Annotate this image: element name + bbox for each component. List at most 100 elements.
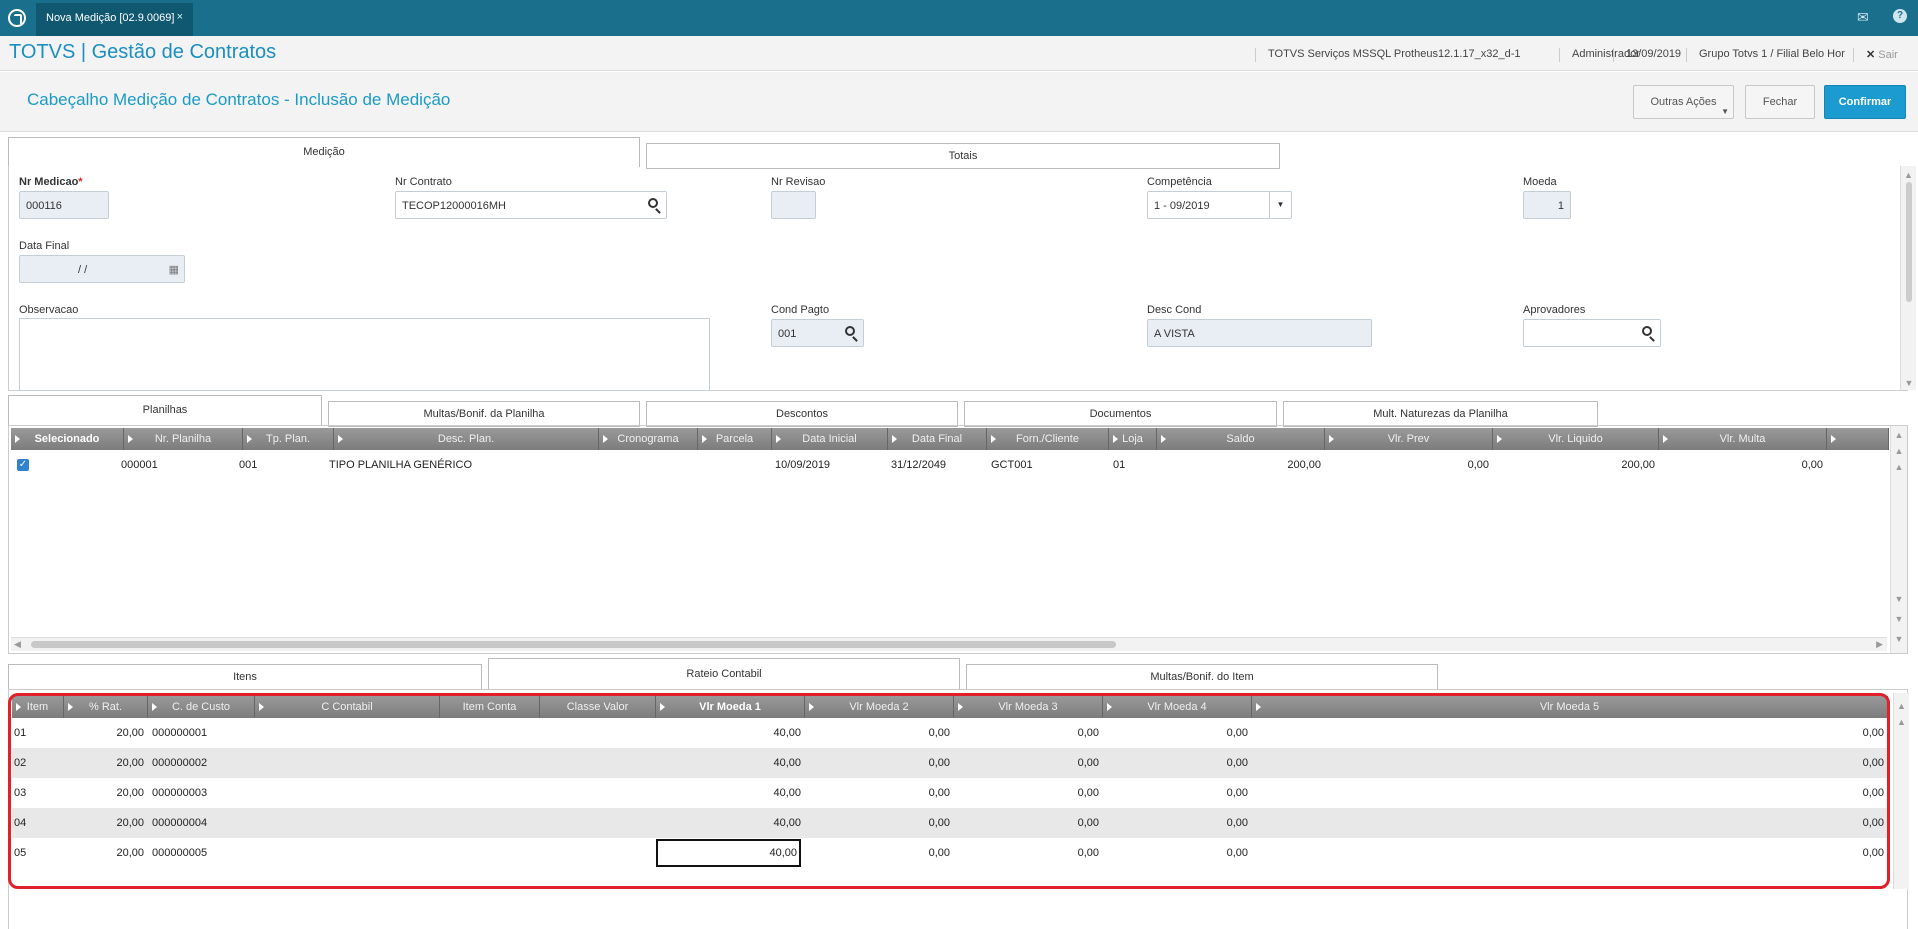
tab-mult-naturezas[interactable]: Mult. Naturezas da Planilha	[1283, 401, 1598, 427]
close-icon: ✕	[1866, 49, 1876, 61]
close-button[interactable]: Fechar	[1745, 85, 1815, 119]
planilhas-grid: Selecionado Nr. Planilha Tp. Plan. Desc.…	[8, 425, 1908, 654]
cell-forn-cliente: GCT001	[991, 459, 1033, 471]
scroll-pageup-icon[interactable]: ▲	[1891, 462, 1907, 472]
desc-cond-field: A VISTA	[1147, 319, 1372, 347]
exit-button[interactable]: ✕ Sair	[1853, 48, 1898, 62]
rateio-vscrollbar[interactable]: ▲ ▲	[1893, 693, 1909, 889]
planilha-row[interactable]: ✓ 000001 001 TIPO PLANILHA GENÉRICO 10/0…	[11, 450, 1889, 480]
app-brand: TOTVS | Gestão de Contratos	[9, 41, 277, 63]
checkbox-selected[interactable]: ✓	[17, 459, 29, 471]
top-bar: Nova Medição [02.9.0069] × ✉ ?	[0, 0, 1918, 36]
tab-descontos[interactable]: Descontos	[646, 401, 958, 427]
col-loja[interactable]: Loja	[1109, 428, 1157, 450]
aprovadores-field[interactable]	[1523, 319, 1661, 347]
search-icon[interactable]	[1642, 326, 1652, 336]
col-parcela[interactable]: Parcela	[698, 428, 772, 450]
cond-pagto-label: Cond Pagto	[771, 304, 830, 316]
environment-info: TOTVS Serviços MSSQL Protheus12.1.17_x32…	[1255, 48, 1521, 62]
more-actions-button[interactable]: Outras Ações ▼	[1633, 85, 1734, 119]
cell-saldo: 200,00	[1287, 459, 1321, 471]
cell-desc-plan: TIPO PLANILHA GENÉRICO	[329, 459, 473, 471]
scroll-left-icon[interactable]: ◀	[14, 639, 21, 650]
moeda-label: Moeda	[1523, 176, 1557, 188]
date-info: 13/09/2019	[1613, 48, 1681, 62]
highlight-frame	[8, 693, 1890, 889]
chevron-down-icon[interactable]: ▼	[1269, 192, 1291, 218]
nr-contrato-label: Nr Contrato	[395, 176, 452, 188]
col-desc-plan[interactable]: Desc. Plan.	[334, 428, 599, 450]
tab-planilhas[interactable]: Planilhas	[8, 395, 322, 426]
tab-multas-planilha[interactable]: Multas/Bonif. da Planilha	[328, 401, 640, 427]
rateio-grid: Item % Rat. C. de Custo C Contabil Item …	[8, 693, 1909, 889]
calendar-icon[interactable]: ▦	[169, 263, 179, 276]
col-forn-cliente[interactable]: Forn./Cliente	[987, 428, 1109, 450]
nr-revisao-label: Nr Revisao	[771, 176, 826, 188]
scroll-top-icon[interactable]: ▲	[1894, 701, 1909, 711]
nr-contrato-value: TECOP12000016MH	[402, 200, 506, 212]
col-selecionado[interactable]: Selecionado	[11, 428, 124, 450]
aprovadores-label: Aprovadores	[1523, 304, 1586, 316]
col-saldo[interactable]: Saldo	[1157, 428, 1325, 450]
more-actions-label: Outras Ações	[1650, 96, 1717, 108]
scroll-thumb[interactable]	[1905, 182, 1912, 302]
app-tab[interactable]: Nova Medição [02.9.0069] ×	[36, 3, 193, 36]
observacao-label: Observacao	[19, 304, 79, 316]
col-vlr-liquido[interactable]: Vlr. Liquido	[1493, 428, 1659, 450]
col-nr-planilha[interactable]: Nr. Planilha	[124, 428, 243, 450]
help-icon[interactable]: ?	[1893, 9, 1907, 23]
cell-vlr-prev: 0,00	[1467, 459, 1489, 471]
col-vlr-prev[interactable]: Vlr. Prev	[1325, 428, 1493, 450]
mail-icon[interactable]: ✉	[1857, 9, 1869, 26]
scroll-up-icon[interactable]: ▲	[1901, 170, 1916, 180]
tab-medicao[interactable]: Medição	[8, 137, 640, 167]
col-extra[interactable]	[1827, 428, 1889, 450]
scroll-down-icon[interactable]: ▼	[1891, 614, 1907, 624]
observacao-textarea[interactable]	[19, 318, 710, 391]
tab-rateio-contabil[interactable]: Rateio Contabil	[488, 658, 960, 690]
data-final-field[interactable]: / / ▦	[19, 255, 185, 283]
competencia-select[interactable]: 1 - 09/2019 ▼	[1147, 191, 1292, 219]
moeda-field[interactable]: 1	[1523, 191, 1571, 219]
cell-tp-plan: 001	[239, 459, 258, 471]
confirm-button[interactable]: Confirmar	[1824, 85, 1906, 119]
tab-multas-item[interactable]: Multas/Bonif. do Item	[966, 664, 1438, 690]
exit-label: Sair	[1878, 49, 1898, 61]
hscroll-thumb[interactable]	[31, 641, 1116, 648]
data-final-label: Data Final	[19, 240, 70, 252]
close-tab-icon[interactable]: ×	[177, 11, 183, 23]
cell-nr-planilha: 000001	[121, 459, 158, 471]
nr-revisao-field[interactable]	[771, 191, 816, 219]
tab-documentos[interactable]: Documentos	[964, 401, 1277, 427]
scroll-bottom-icon[interactable]: ▼	[1891, 634, 1907, 644]
col-data-final[interactable]: Data Final	[888, 428, 987, 450]
chevron-down-icon: ▼	[1721, 107, 1729, 116]
planilhas-vscrollbar[interactable]: ▲ ▲ ▲ ▼ ▼ ▼	[1890, 426, 1907, 653]
col-vlr-multa[interactable]: Vlr. Multa	[1659, 428, 1827, 450]
col-tp-plan[interactable]: Tp. Plan.	[243, 428, 334, 450]
scroll-top-icon[interactable]: ▲	[1891, 430, 1907, 440]
desc-cond-label: Desc Cond	[1147, 304, 1202, 316]
app-header: TOTVS | Gestão de Contratos TOTVS Serviç…	[0, 36, 1918, 71]
form-scrollbar[interactable]: ▲ ▼	[1900, 166, 1916, 390]
cell-data-final: 31/12/2049	[891, 459, 947, 471]
cell-loja: 01	[1113, 459, 1126, 471]
competencia-value: 1 - 09/2019	[1154, 200, 1210, 212]
search-icon[interactable]	[648, 198, 658, 208]
cond-pagto-field[interactable]: 001	[771, 319, 864, 347]
title-row: Cabeçalho Medição de Contratos - Inclusã…	[0, 72, 1918, 132]
scroll-up-icon[interactable]: ▲	[1894, 717, 1909, 727]
planilhas-hscrollbar[interactable]: ◀ ▶	[11, 637, 1887, 651]
col-cronograma[interactable]: Cronograma	[599, 428, 698, 450]
scroll-up-icon[interactable]: ▲	[1891, 446, 1907, 456]
col-data-inicial[interactable]: Data Inicial	[772, 428, 888, 450]
scroll-right-icon[interactable]: ▶	[1876, 639, 1883, 650]
nr-contrato-field[interactable]: TECOP12000016MH	[395, 191, 667, 219]
totvs-logo-icon	[8, 9, 26, 27]
scroll-down-icon[interactable]: ▼	[1901, 378, 1917, 388]
planilhas-header: Selecionado Nr. Planilha Tp. Plan. Desc.…	[11, 428, 1889, 450]
scroll-pagedown-icon[interactable]: ▼	[1891, 594, 1907, 604]
tab-itens[interactable]: Itens	[8, 664, 482, 690]
search-icon[interactable]	[845, 326, 855, 336]
nr-medicao-field[interactable]: 000116	[19, 191, 109, 219]
